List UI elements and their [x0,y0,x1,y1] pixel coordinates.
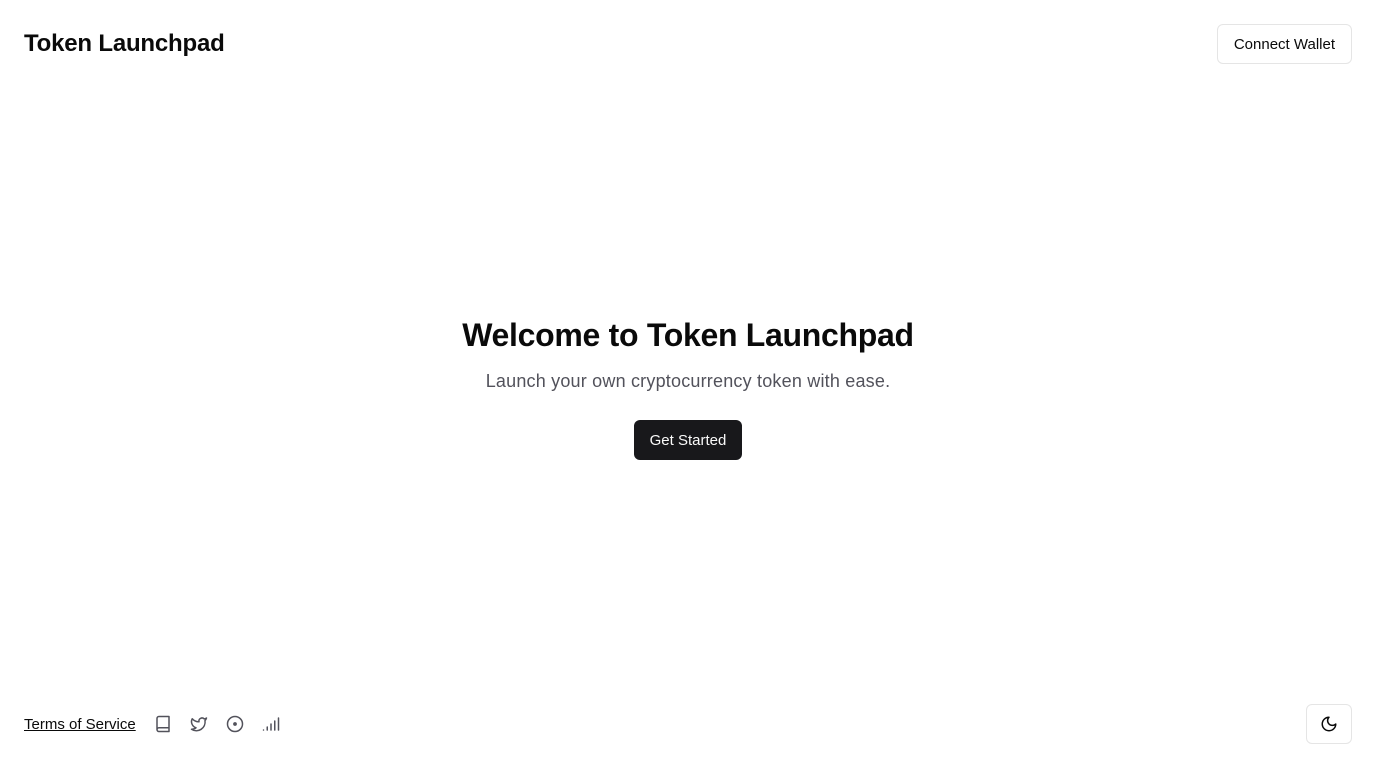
signal-icon[interactable] [262,715,280,733]
hero-subtitle: Launch your own cryptocurrency token wit… [485,371,891,391]
hero: Welcome to Token Launchpad Launch your o… [0,316,1376,460]
footer-links: Terms of Service [24,715,280,733]
footer: Terms of Service [0,704,1376,744]
twitter-icon[interactable] [190,715,208,733]
terms-of-service-link[interactable]: Terms of Service [24,716,136,733]
book-icon[interactable] [154,715,172,733]
brand-title: Token Launchpad [24,30,225,57]
circle-dot-icon[interactable] [226,715,244,733]
connect-wallet-button[interactable]: Connect Wallet [1216,24,1352,64]
hero-title: Welcome to Token Launchpad [462,317,914,353]
moon-icon [1320,715,1338,733]
page: Token Launchpad Connect Wallet Welcome t… [0,0,1376,768]
theme-toggle-button[interactable] [1306,704,1352,744]
header: Token Launchpad Connect Wallet [0,0,1376,88]
get-started-button[interactable]: Get Started [633,420,743,460]
